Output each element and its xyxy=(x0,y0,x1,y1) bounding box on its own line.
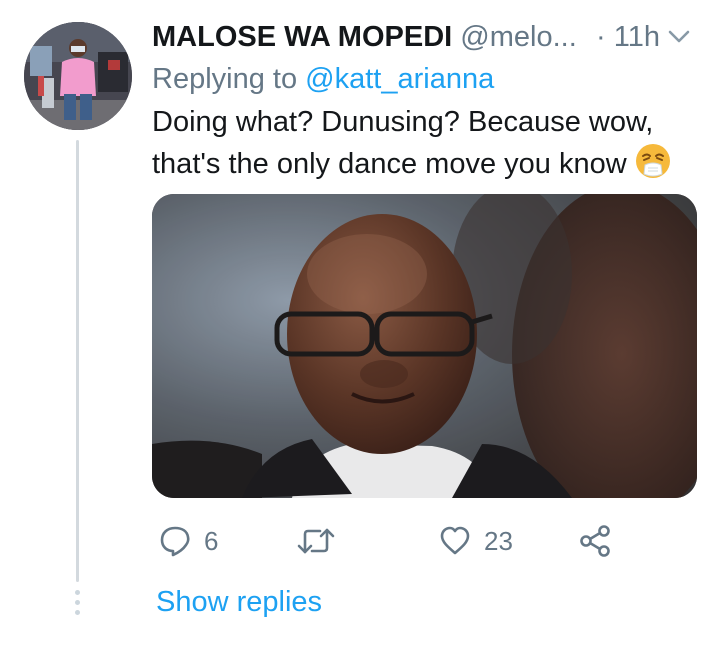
reply-count: 6 xyxy=(204,525,219,556)
photo-image xyxy=(152,194,697,498)
reply-icon xyxy=(160,526,190,557)
tweet-media-photo[interactable] xyxy=(152,194,697,498)
retweet-icon xyxy=(297,528,335,554)
like-count: 23 xyxy=(484,525,513,556)
display-name[interactable]: MALOSE WA MOPEDI xyxy=(152,21,452,53)
share-action[interactable] xyxy=(578,522,612,560)
tweet-text: Doing what? Dunusing? Because wow, that'… xyxy=(152,102,702,191)
sneezing-face-emoji-icon xyxy=(635,143,671,191)
retweet-action[interactable] xyxy=(296,522,348,560)
tweet-text-line-2-text: that's the only dance move you know xyxy=(152,148,627,180)
tweet-header: MALOSE WA MOPEDI @melo... · 11h xyxy=(152,16,700,58)
replying-to-label: Replying to xyxy=(152,63,306,95)
avatar[interactable] xyxy=(24,22,132,130)
tweet-text-line-2: that's the only dance move you know xyxy=(152,143,702,191)
avatar-photo xyxy=(24,22,132,130)
user-handle[interactable]: @melo... xyxy=(460,21,576,53)
share-icon xyxy=(580,525,610,557)
reply-handle-link[interactable]: @katt_arianna xyxy=(305,63,494,95)
thread-line xyxy=(76,140,79,582)
heart-icon xyxy=(440,526,470,555)
show-replies-link[interactable]: Show replies xyxy=(156,582,322,622)
thread-dots xyxy=(75,590,80,620)
chevron-down-icon[interactable] xyxy=(666,26,692,46)
replying-to: Replying to @katt_arianna xyxy=(152,58,494,100)
reply-action[interactable]: 6 xyxy=(158,522,218,560)
like-action[interactable]: 23 xyxy=(438,522,513,560)
tweet-time[interactable]: · 11h xyxy=(596,16,660,58)
tweet-text-line-1: Doing what? Dunusing? Because wow, xyxy=(152,106,654,138)
